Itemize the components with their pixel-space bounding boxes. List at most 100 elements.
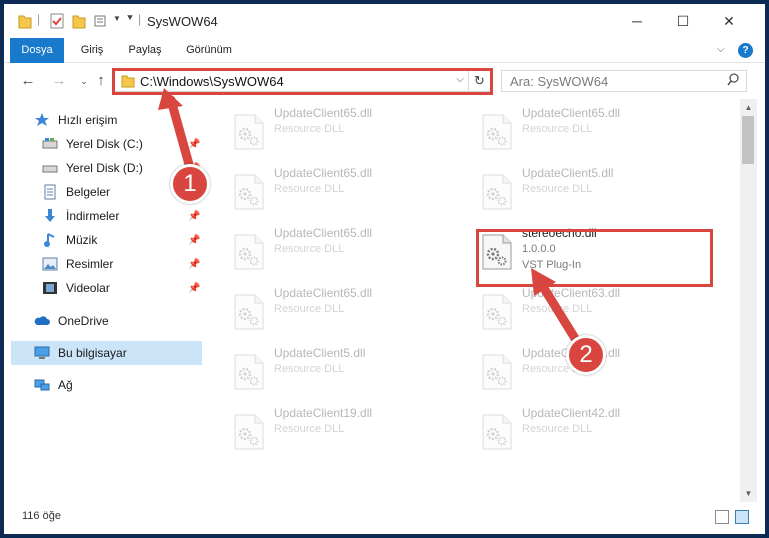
chevron-down-icon[interactable]: ⌵	[456, 74, 464, 85]
scroll-up-icon[interactable]: ▲	[740, 99, 757, 116]
file-name: UpdateClient65.dll	[274, 166, 373, 180]
item-count: 116 öğe	[22, 510, 61, 522]
expand-ribbon-icon[interactable]: ⌵	[717, 44, 725, 55]
computer-icon	[34, 345, 50, 361]
chevron-down-icon[interactable]: ▼	[113, 14, 121, 30]
qa-separator: |	[37, 12, 41, 26]
file-name: UpdateClient5.dll	[522, 166, 614, 180]
sidebar-item-network[interactable]: Ağ	[4, 373, 204, 397]
drive-icon	[42, 160, 58, 176]
sidebar-item-label: İndirmeler	[66, 209, 120, 223]
dll-file-icon	[482, 114, 512, 150]
sidebar-item-label: Videolar	[66, 281, 110, 295]
file-list: UpdateClient65.dll Resource DLL UpdateClie…	[204, 99, 740, 502]
maximize-button[interactable]: ☐	[660, 4, 706, 38]
file-item[interactable]: UpdateClient65.dll Resource DLL	[226, 284, 456, 336]
step-badge-1: 1	[170, 164, 210, 204]
tab-share[interactable]: Paylaş	[120, 38, 170, 63]
new-folder-icon[interactable]	[72, 13, 86, 29]
file-description: Resource DLL	[274, 363, 345, 375]
search-input[interactable]: Ara: SysWOW64	[501, 70, 747, 92]
sidebar-item-videos[interactable]: Videolar 📌	[4, 276, 204, 300]
properties-icon[interactable]	[50, 13, 64, 29]
minimize-button[interactable]: ─	[614, 4, 660, 38]
sidebar-item-label: Müzik	[66, 233, 98, 247]
file-name: UpdateClient65.dll	[274, 226, 373, 240]
sidebar-item-this-pc[interactable]: Bu bilgisayar	[11, 341, 202, 365]
details-view-icon[interactable]	[715, 510, 729, 524]
sidebar-item-music[interactable]: Müzik 📌	[4, 228, 204, 252]
scroll-down-icon[interactable]: ▼	[740, 485, 757, 502]
sidebar-item-label: OneDrive	[58, 314, 109, 328]
file-description: Resource DLL	[522, 183, 593, 195]
dll-file-icon	[234, 234, 264, 270]
sidebar-item-label: Hızlı erişim	[58, 113, 118, 127]
documents-icon	[42, 184, 58, 200]
file-item[interactable]: UpdateClient65.dll Resource DLL	[226, 104, 456, 156]
file-item[interactable]: stereoecho.dll 1.0.0.0 VST Plug-In	[474, 224, 704, 276]
dll-file-icon	[234, 174, 264, 210]
file-name: UpdateClient42.dll	[522, 406, 621, 420]
customize-icon[interactable]	[94, 13, 110, 29]
file-description: Resource DLL	[274, 123, 345, 135]
file-item[interactable]: UpdateClient5.dll Resource DLL	[226, 344, 456, 396]
file-version: 1.0.0.0	[522, 243, 556, 255]
sidebar-item-disk-c[interactable]: Yerel Disk (C:) 📌	[4, 132, 204, 156]
sidebar-item-onedrive[interactable]: OneDrive	[4, 309, 204, 333]
sidebar-item-label: Ağ	[58, 378, 73, 392]
sidebar-item-label: Bu bilgisayar	[58, 346, 127, 360]
file-description: Resource DLL	[274, 183, 345, 195]
status-bar: 116 öğe	[4, 502, 765, 534]
star-icon	[34, 112, 50, 128]
sidebar-item-pictures[interactable]: Resimler 📌	[4, 252, 204, 276]
forward-arrow-icon[interactable]: →	[49, 71, 69, 91]
up-arrow-icon[interactable]: ↑	[91, 71, 111, 91]
sidebar-item-quick-access[interactable]: Hızlı erişim	[4, 108, 204, 132]
file-name: UpdateClient65.dll	[522, 106, 621, 120]
folder-icon	[121, 75, 135, 88]
file-item[interactable]: UpdateClient19.dll Resource DLL	[226, 404, 456, 456]
pin-icon[interactable]: 📌	[188, 259, 200, 270]
file-item[interactable]: UpdateClient65.dll Resource DLL	[226, 164, 456, 216]
pin-icon[interactable]: 📌	[188, 235, 200, 246]
folder-icon[interactable]	[18, 13, 32, 29]
address-bar[interactable]: C:\Windows\SysWOW64 ⌵	[114, 70, 469, 92]
tab-home[interactable]: Giriş	[70, 38, 114, 63]
download-icon	[42, 208, 58, 224]
sidebar-item-label: Yerel Disk (C:)	[66, 137, 143, 151]
dll-file-icon	[234, 354, 264, 390]
dll-file-icon	[482, 354, 512, 390]
tiles-view-icon[interactable]	[735, 510, 749, 524]
qa-dropdown-icon[interactable]: ⯆	[126, 13, 134, 29]
cloud-icon	[34, 313, 50, 329]
file-item[interactable]: UpdateClient42.dll Resource DLL	[474, 404, 704, 456]
tab-view[interactable]: Görünüm	[178, 38, 240, 63]
dll-file-icon	[482, 234, 512, 270]
dll-file-icon	[482, 294, 512, 330]
file-item[interactable]: UpdateClient5.dll Resource DLL	[474, 164, 704, 216]
pin-icon[interactable]: 📌	[188, 139, 200, 150]
back-arrow-icon[interactable]: ←	[18, 71, 38, 91]
help-icon[interactable]: ?	[738, 43, 753, 58]
pictures-icon	[42, 256, 58, 272]
refresh-button[interactable]: ↻	[469, 70, 491, 92]
file-item[interactable]: UpdateClient65.dll Resource DLL	[226, 224, 456, 276]
vertical-scrollbar[interactable]: ▲ ▼	[740, 99, 757, 502]
dll-file-icon	[482, 414, 512, 450]
sidebar-item-downloads[interactable]: İndirmeler 📌	[4, 204, 204, 228]
file-item[interactable]: UpdateClient63.dll Resource DLL	[474, 284, 704, 336]
file-item[interactable]: UpdateClient65.dll Resource DLL	[474, 104, 704, 156]
sidebar-item-label: Yerel Disk (D:)	[66, 161, 143, 175]
file-name: UpdateClient63.dll	[522, 286, 621, 300]
drive-icon	[42, 136, 58, 152]
file-name: UpdateClient65.dll	[274, 106, 373, 120]
pin-icon[interactable]: 📌	[188, 283, 200, 294]
navigation-bar: ← → ⌄ ↑ C:\Windows\SysWOW64 ⌵ ↻ Ara: Sys…	[4, 63, 765, 99]
dll-file-icon	[234, 294, 264, 330]
dll-file-icon	[234, 114, 264, 150]
step-badge-2: 2	[566, 335, 606, 375]
videos-icon	[42, 280, 58, 296]
pin-icon[interactable]: 📌	[188, 211, 200, 222]
close-button[interactable]: ✕	[706, 4, 752, 38]
scrollbar-thumb[interactable]	[742, 116, 754, 164]
